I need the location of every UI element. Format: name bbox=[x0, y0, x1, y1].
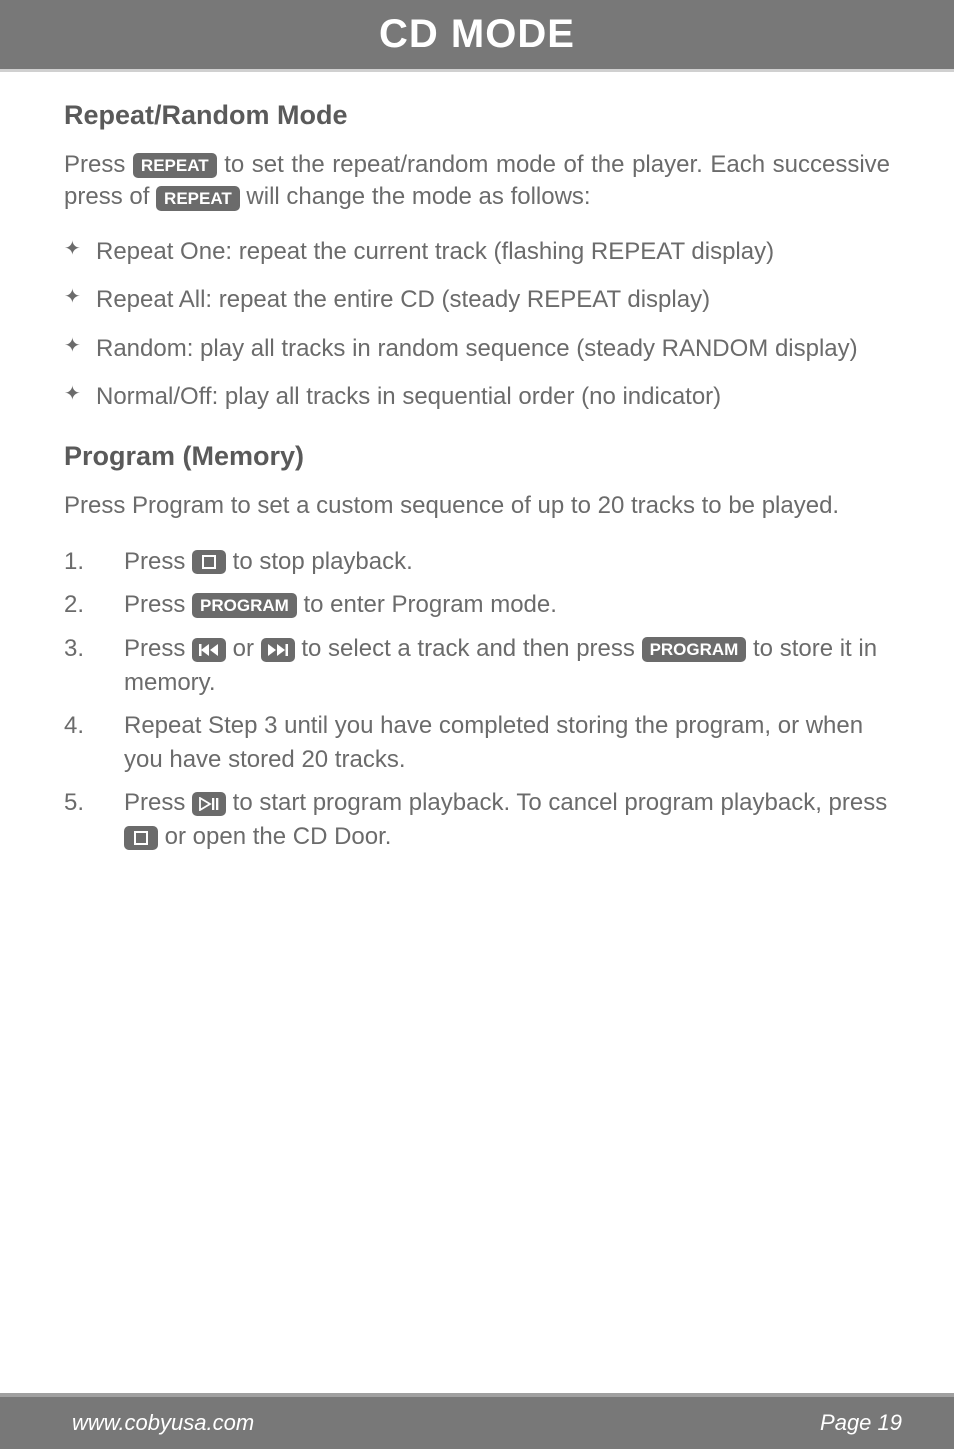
list-item: Normal/Off: play all tracks in sequentia… bbox=[64, 381, 890, 413]
footer-page-number: Page 19 bbox=[820, 1410, 902, 1436]
text-fragment: to stop playback. bbox=[226, 548, 413, 575]
program-intro-paragraph: Press Program to set a custom sequence o… bbox=[64, 490, 890, 522]
list-item: Repeat All: repeat the entire CD (steady… bbox=[64, 284, 890, 316]
step-text: Press to start program playback. To canc… bbox=[124, 786, 890, 853]
text-fragment: Press bbox=[124, 591, 192, 618]
list-item: 5. Press to start program playback. To c… bbox=[64, 786, 890, 853]
step-text: Repeat Step 3 until you have completed s… bbox=[124, 709, 890, 776]
text-fragment: or open the CD Door. bbox=[158, 823, 391, 850]
step-number: 3. bbox=[64, 632, 124, 699]
list-item: 4. Repeat Step 3 until you have complete… bbox=[64, 709, 890, 776]
text-fragment: to start program playback. To cancel pro… bbox=[226, 789, 887, 816]
step-text: Press PROGRAM to enter Program mode. bbox=[124, 588, 890, 622]
step-text: Press or to select a track and then pres… bbox=[124, 632, 890, 699]
repeat-intro-paragraph: Press REPEAT to set the repeat/random mo… bbox=[64, 149, 890, 214]
program-button-badge: PROGRAM bbox=[192, 593, 297, 618]
step-number: 4. bbox=[64, 709, 124, 776]
step-number: 1. bbox=[64, 545, 124, 579]
footer-url: www.cobyusa.com bbox=[72, 1410, 254, 1436]
page-footer: www.cobyusa.com Page 19 bbox=[0, 1393, 954, 1449]
page-header: CD MODE bbox=[0, 0, 954, 72]
text-fragment: Press bbox=[64, 151, 133, 178]
program-steps-list: 1. Press to stop playback. 2. Press PROG… bbox=[64, 545, 890, 854]
list-item: Repeat One: repeat the current track (fl… bbox=[64, 236, 890, 268]
section-heading-repeat: Repeat/Random Mode bbox=[64, 100, 890, 131]
step-number: 2. bbox=[64, 588, 124, 622]
repeat-button-badge: REPEAT bbox=[156, 186, 240, 211]
text-fragment: or bbox=[226, 635, 261, 662]
step-text: Press to stop playback. bbox=[124, 545, 890, 579]
repeat-mode-list: Repeat One: repeat the current track (fl… bbox=[64, 236, 890, 414]
program-button-badge: PROGRAM bbox=[642, 637, 747, 662]
text-fragment: Press bbox=[124, 635, 192, 662]
text-fragment: to enter Program mode. bbox=[297, 591, 557, 618]
list-item: 2. Press PROGRAM to enter Program mode. bbox=[64, 588, 890, 622]
list-item: 3. Press or to select a track and then p… bbox=[64, 632, 890, 699]
content-area: Repeat/Random Mode Press REPEAT to set t… bbox=[0, 72, 954, 853]
stop-icon bbox=[124, 826, 158, 850]
list-item: Random: play all tracks in random sequen… bbox=[64, 333, 890, 365]
text-fragment: to select a track and then press bbox=[295, 635, 642, 662]
page-title: CD MODE bbox=[379, 12, 575, 57]
text-fragment: will change the mode as follows: bbox=[240, 183, 591, 210]
next-track-icon bbox=[261, 638, 295, 662]
list-item: 1. Press to stop playback. bbox=[64, 545, 890, 579]
section-heading-program: Program (Memory) bbox=[64, 441, 890, 472]
stop-icon bbox=[192, 550, 226, 574]
repeat-button-badge: REPEAT bbox=[133, 153, 217, 178]
text-fragment: Press bbox=[124, 789, 192, 816]
step-number: 5. bbox=[64, 786, 124, 853]
play-pause-icon bbox=[192, 792, 226, 816]
prev-track-icon bbox=[192, 638, 226, 662]
text-fragment: Press bbox=[124, 548, 192, 575]
